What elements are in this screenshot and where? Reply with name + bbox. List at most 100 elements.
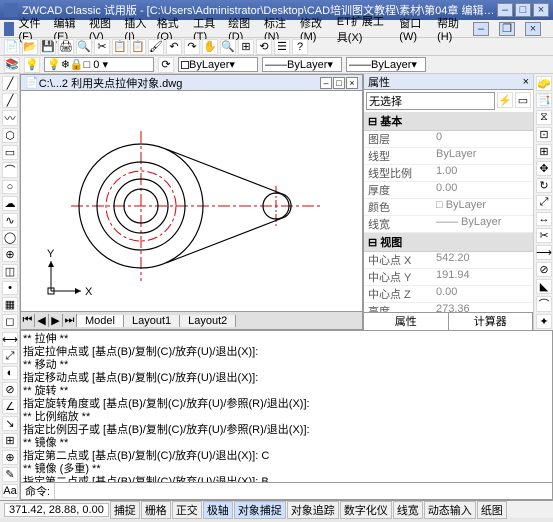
stretch-icon[interactable]: ↔ xyxy=(536,212,552,226)
help-icon[interactable]: ? xyxy=(292,39,308,55)
fillet-icon[interactable]: ⌒ xyxy=(536,296,552,312)
match-icon[interactable]: 🖌 xyxy=(148,39,164,55)
mirror-icon[interactable]: ⧖ xyxy=(536,110,552,125)
revcloud-icon[interactable]: ☁ xyxy=(2,196,18,211)
menu-window[interactable]: 窗口(W) xyxy=(399,15,429,43)
props-tab-calc[interactable]: 计算器 xyxy=(449,313,534,330)
doc-min-icon[interactable]: – xyxy=(320,77,332,89)
prop-row[interactable]: 线型比例1.00 xyxy=(364,165,533,182)
prop-row[interactable]: 线型ByLayer xyxy=(364,148,533,165)
copy2-icon[interactable]: 📑 xyxy=(536,93,552,108)
preview-icon[interactable]: 🔍 xyxy=(76,39,92,55)
arc-icon[interactable]: ⌒ xyxy=(2,162,18,178)
break-icon[interactable]: ⊘ xyxy=(536,262,552,277)
prop-group[interactable]: ⊟ 视图 xyxy=(364,233,533,252)
polygon-icon[interactable]: ⬡ xyxy=(2,128,18,143)
redo-icon[interactable]: ↷ xyxy=(184,39,200,55)
prop-row[interactable]: 中心点 Z0.00 xyxy=(364,286,533,303)
status-9[interactable]: 纸图 xyxy=(477,501,507,519)
properties-icon[interactable]: ☰ xyxy=(274,39,290,55)
dim-leader-icon[interactable]: ↘ xyxy=(2,416,18,431)
maximize-button[interactable]: □ xyxy=(515,3,531,17)
doc-max-icon[interactable]: □ xyxy=(333,77,345,89)
props-tab-properties[interactable]: 属性 xyxy=(364,313,449,330)
layer-state-icon[interactable]: 💡 xyxy=(24,57,40,73)
properties-close-icon[interactable]: × xyxy=(523,76,529,88)
dim-edit-icon[interactable]: ✎ xyxy=(2,467,18,482)
tab-model[interactable]: Model xyxy=(77,315,124,327)
prop-row[interactable]: 中心点 Y191.94 xyxy=(364,269,533,286)
tab-layout2[interactable]: Layout2 xyxy=(180,315,236,327)
print-icon[interactable]: 🖨 xyxy=(58,39,74,55)
tab-last-icon[interactable]: ⏭ xyxy=(63,314,77,327)
close-button[interactable]: × xyxy=(533,3,549,17)
coord-display[interactable]: 371.42, 28.88, 0.00 xyxy=(4,503,109,517)
doc-close-button[interactable]: × xyxy=(525,22,541,36)
prop-row[interactable]: 颜色□ ByLayer xyxy=(364,199,533,216)
tab-next-icon[interactable]: ▶ xyxy=(49,314,63,327)
menu-et[interactable]: ET扩展工具(X) xyxy=(337,13,392,45)
point-icon[interactable]: • xyxy=(2,281,18,295)
offset-icon[interactable]: ⊡ xyxy=(536,127,552,142)
copy-icon[interactable]: 📋 xyxy=(112,39,128,55)
block-icon[interactable]: ◫ xyxy=(2,264,18,279)
prop-row[interactable]: 图层0 xyxy=(364,131,533,148)
dim-diameter-icon[interactable]: ⊘ xyxy=(2,382,18,397)
app-menu-icon[interactable] xyxy=(4,22,14,36)
extend-icon[interactable]: ⟶ xyxy=(536,245,552,260)
array-icon[interactable]: ⊞ xyxy=(536,144,552,159)
dim-center-icon[interactable]: ⊕ xyxy=(2,450,18,465)
minimize-button[interactable]: – xyxy=(497,3,513,17)
selection-combo[interactable]: 无选择 xyxy=(366,92,495,110)
dim-radius-icon[interactable]: ◐ xyxy=(2,366,18,380)
layer-combo[interactable]: 💡❄🔒□ 0 ▾ xyxy=(44,57,154,72)
dim-angular-icon[interactable]: ∠ xyxy=(2,399,18,414)
prop-row[interactable]: 线宽—— ByLayer xyxy=(364,216,533,233)
drawing-canvas[interactable]: X Y xyxy=(21,91,362,311)
status-6[interactable]: 数字化仪 xyxy=(340,501,392,519)
status-7[interactable]: 线宽 xyxy=(393,501,423,519)
explode-icon[interactable]: ✦ xyxy=(536,314,552,329)
xline-icon[interactable]: ╱ xyxy=(2,93,18,108)
status-5[interactable]: 对象追踪 xyxy=(287,501,339,519)
command-input[interactable] xyxy=(55,483,552,499)
doc-restore-button[interactable]: ❐ xyxy=(499,22,515,36)
pan-icon[interactable]: ✋ xyxy=(202,39,218,55)
zoom-icon[interactable]: 🔍 xyxy=(220,39,236,55)
tab-layout1[interactable]: Layout1 xyxy=(124,315,180,327)
spline-icon[interactable]: ∿ xyxy=(2,213,18,228)
move-icon[interactable]: ✥ xyxy=(536,161,552,176)
status-0[interactable]: 捕捉 xyxy=(110,501,140,519)
dim-linear-icon[interactable]: ⟷ xyxy=(2,332,18,347)
prop-group[interactable]: ⊟ 基本 xyxy=(364,112,533,131)
status-3[interactable]: 极轴 xyxy=(203,501,233,519)
tab-first-icon[interactable]: ⏮ xyxy=(21,314,35,327)
open-icon[interactable]: 📂 xyxy=(22,39,38,55)
status-4[interactable]: 对象捕捉 xyxy=(234,501,286,519)
pline-icon[interactable]: 〰 xyxy=(2,110,18,126)
hatch-icon[interactable]: ▦ xyxy=(2,297,18,312)
status-1[interactable]: 栅格 xyxy=(141,501,171,519)
dim-aligned-icon[interactable]: ⤢ xyxy=(2,349,18,364)
status-2[interactable]: 正交 xyxy=(172,501,202,519)
rect-icon[interactable]: ▭ xyxy=(2,145,18,160)
doc-minimize-button[interactable]: – xyxy=(473,22,489,36)
prop-row[interactable]: 厚度0.00 xyxy=(364,182,533,199)
menu-help[interactable]: 帮助(H) xyxy=(437,15,465,43)
zoom-win-icon[interactable]: ⊞ xyxy=(238,39,254,55)
prop-row[interactable]: 中心点 X542.20 xyxy=(364,252,533,269)
ellipse-icon[interactable]: ◯ xyxy=(2,230,18,245)
insert-icon[interactable]: ⊕ xyxy=(2,247,18,262)
lineweight-combo[interactable]: —— ByLayer ▾ xyxy=(346,57,426,72)
select-objects-icon[interactable]: ▭ xyxy=(515,92,531,108)
circle-icon[interactable]: ○ xyxy=(2,180,18,194)
rotate-icon[interactable]: ↻ xyxy=(536,178,552,193)
paste-icon[interactable]: 📋 xyxy=(130,39,146,55)
doc-close-icon[interactable]: × xyxy=(346,77,358,89)
save-icon[interactable]: 💾 xyxy=(40,39,56,55)
trim-icon[interactable]: ✂ xyxy=(536,228,552,243)
zoom-prev-icon[interactable]: ⟲ xyxy=(256,39,272,55)
region-icon[interactable]: ◻ xyxy=(2,314,18,329)
new-icon[interactable]: 📄 xyxy=(4,39,20,55)
linetype-combo[interactable]: —— ByLayer ▾ xyxy=(262,57,342,72)
